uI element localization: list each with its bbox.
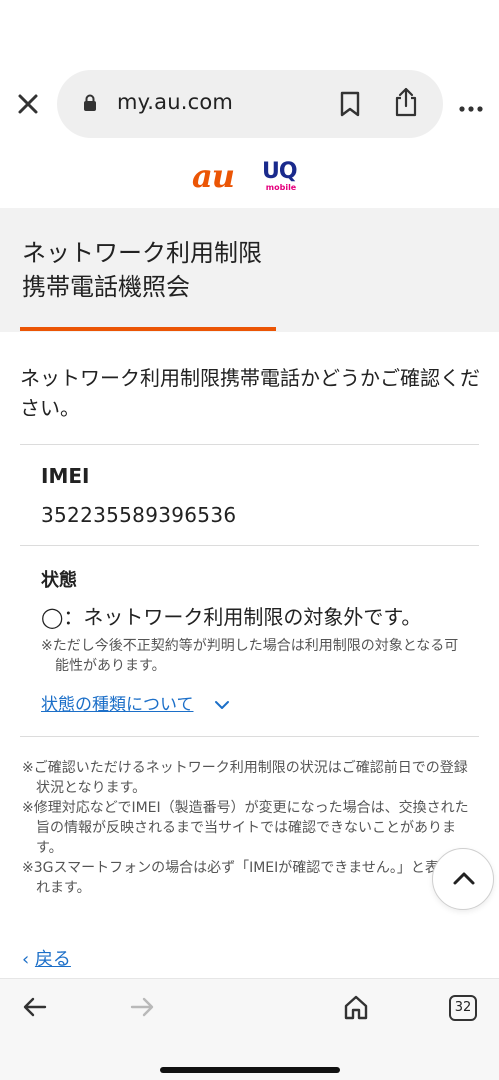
home-icon[interactable] bbox=[342, 993, 370, 1021]
share-icon[interactable] bbox=[393, 86, 419, 118]
notes-list: ※ご確認いただけるネットワーク利用制限の状況はご確認前日での登録状況となります。… bbox=[22, 758, 472, 898]
status-types-link[interactable]: 状態の種類について bbox=[41, 690, 194, 715]
page-heading-panel: ネットワーク利用制限 携帯電話機照会 bbox=[0, 208, 499, 332]
divider bbox=[20, 736, 479, 737]
uq-logo-sub: mobile bbox=[265, 183, 297, 192]
heading-accent-bar bbox=[20, 327, 276, 331]
arrow-left-icon[interactable] bbox=[22, 995, 48, 1019]
chevron-down-icon[interactable] bbox=[214, 696, 230, 709]
close-icon[interactable] bbox=[14, 90, 42, 118]
lock-icon bbox=[83, 94, 97, 112]
browser-toolbar: my.au.com bbox=[0, 70, 499, 138]
arrow-right-icon[interactable] bbox=[129, 995, 155, 1019]
tabs-count-button[interactable]: 32 bbox=[449, 995, 477, 1021]
uq-logo-text: UQ bbox=[262, 159, 298, 184]
status-note: ※ただし今後不正契約等が判明した場合は利用制限の対象となる可能性があります。 bbox=[41, 638, 459, 674]
uq-mobile-logo[interactable]: UQ mobile bbox=[262, 160, 300, 196]
back-link-label: 戻る bbox=[34, 949, 71, 970]
bookmark-icon[interactable] bbox=[339, 90, 361, 118]
page-title-line1: ネットワーク利用制限 bbox=[22, 239, 262, 267]
page-title-line2: 携帯電話機照会 bbox=[22, 273, 190, 301]
note-item: ※3Gスマートフォンの場合は必ず「IMEIが確認できません。」と表記されます。 bbox=[22, 860, 467, 896]
status-label: 状態 bbox=[41, 570, 77, 591]
divider bbox=[20, 545, 479, 546]
url-text: my.au.com bbox=[117, 90, 234, 114]
chevron-up-icon bbox=[453, 872, 475, 885]
page-title: ネットワーク利用制限 携帯電話機照会 bbox=[22, 236, 262, 304]
divider bbox=[20, 444, 479, 445]
imei-label: IMEI bbox=[41, 464, 90, 488]
au-logo[interactable]: au bbox=[192, 158, 235, 194]
imei-value: 352235589396536 bbox=[41, 503, 237, 527]
browser-bottom-bar: 32 bbox=[0, 978, 499, 1080]
note-item: ※修理対応などでIMEI（製造番号）が変更になった場合は、交換された旨の情報が反… bbox=[22, 800, 469, 856]
brand-logos: au UQ mobile bbox=[0, 158, 499, 198]
more-icon[interactable] bbox=[458, 98, 484, 112]
status-bar-area bbox=[0, 0, 499, 70]
back-link[interactable]: ‹ 戻る bbox=[22, 945, 71, 971]
scroll-to-top-button[interactable] bbox=[432, 848, 494, 910]
address-bar[interactable]: my.au.com bbox=[57, 70, 443, 138]
home-indicator bbox=[160, 1067, 340, 1073]
status-value: ◯：ネットワーク利用制限の対象外です。 bbox=[41, 605, 422, 629]
intro-text: ネットワーク利用制限携帯電話かどうかご確認ください。 bbox=[20, 366, 480, 420]
note-item: ※ご確認いただけるネットワーク利用制限の状況はご確認前日での登録状況となります。 bbox=[22, 760, 468, 796]
back-chevron: ‹ bbox=[22, 949, 30, 970]
